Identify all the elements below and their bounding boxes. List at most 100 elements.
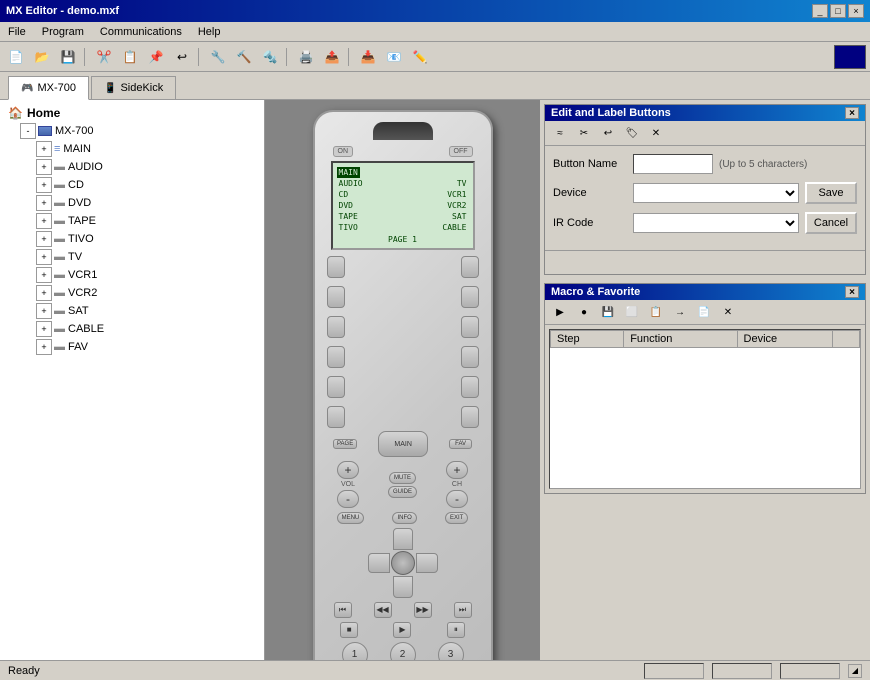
- left-btn-3[interactable]: [327, 316, 345, 338]
- sidebar-item-tape[interactable]: + ▬ TAPE: [36, 212, 260, 230]
- screen-tivo[interactable]: TIVO: [337, 222, 360, 233]
- sidebar-item-cable[interactable]: + ▬ CABLE: [36, 320, 260, 338]
- toolbar-btn-11[interactable]: 📧: [382, 46, 406, 68]
- toolbar-btn-10[interactable]: 📥: [356, 46, 380, 68]
- remote-off-button[interactable]: OFF: [449, 146, 473, 157]
- edit-panel-close[interactable]: ×: [845, 107, 859, 119]
- menu-file[interactable]: File: [4, 25, 30, 39]
- left-btn-4[interactable]: [327, 346, 345, 368]
- macro-paste-btn[interactable]: 📄: [693, 302, 715, 322]
- edit-tool-3[interactable]: ↩: [597, 123, 619, 143]
- cable-expander[interactable]: +: [36, 321, 52, 337]
- tape-expander[interactable]: +: [36, 213, 52, 229]
- macro-play-btn[interactable]: ▶: [549, 302, 571, 322]
- prev-button[interactable]: ⏮: [334, 602, 352, 618]
- sidebar-item-tv[interactable]: + ▬ TV: [36, 248, 260, 266]
- maximize-button[interactable]: □: [830, 4, 846, 18]
- sidebar-item-dvd[interactable]: + ▬ DVD: [36, 194, 260, 212]
- sidebar-item-cd[interactable]: + ▬ CD: [36, 176, 260, 194]
- next-button[interactable]: ⏭: [454, 602, 472, 618]
- edit-tool-2[interactable]: ✂: [573, 123, 595, 143]
- sat-expander[interactable]: +: [36, 303, 52, 319]
- right-btn-6[interactable]: [461, 406, 479, 428]
- vol-up-button[interactable]: +: [337, 461, 359, 479]
- macro-record-btn[interactable]: ●: [573, 302, 595, 322]
- pause-button[interactable]: ⏸: [447, 622, 465, 638]
- screen-tv[interactable]: TV: [455, 178, 469, 189]
- resize-grip[interactable]: ◢: [848, 664, 862, 678]
- sidebar-item-sat[interactable]: + ▬ SAT: [36, 302, 260, 320]
- sidebar-item-main[interactable]: + ≡ MAIN: [36, 140, 260, 158]
- remote-fav-button[interactable]: FAV: [449, 439, 472, 449]
- toolbar-btn-9[interactable]: 📤: [320, 46, 344, 68]
- ch-up-button[interactable]: +: [446, 461, 468, 479]
- save-button[interactable]: 💾: [56, 46, 80, 68]
- screen-main[interactable]: MAIN: [337, 167, 360, 178]
- tv-expander[interactable]: +: [36, 249, 52, 265]
- screen-sat[interactable]: SAT: [450, 211, 468, 222]
- guide-button[interactable]: GUIDE: [388, 486, 417, 498]
- open-button[interactable]: 📂: [30, 46, 54, 68]
- dvd-expander[interactable]: +: [36, 195, 52, 211]
- macro-save-btn[interactable]: 💾: [597, 302, 619, 322]
- stop-button[interactable]: ■: [340, 622, 358, 638]
- screen-cd[interactable]: CD: [337, 189, 351, 200]
- toolbar-btn-8[interactable]: 🖨️: [294, 46, 318, 68]
- exit-button[interactable]: EXIT: [445, 512, 468, 524]
- sidebar-item-tivo[interactable]: + ▬ TIVO: [36, 230, 260, 248]
- sidebar-home[interactable]: 🏠 Home: [4, 104, 260, 122]
- fav-expander[interactable]: +: [36, 339, 52, 355]
- macro-delete-btn[interactable]: ✕: [717, 302, 739, 322]
- dpad-right[interactable]: [416, 553, 438, 573]
- right-btn-2[interactable]: [461, 286, 479, 308]
- screen-tape[interactable]: TAPE: [337, 211, 360, 222]
- vcr2-expander[interactable]: +: [36, 285, 52, 301]
- cancel-button[interactable]: Cancel: [805, 212, 857, 234]
- macro-arrow-btn[interactable]: →: [669, 302, 691, 322]
- screen-cable[interactable]: CABLE: [440, 222, 468, 233]
- right-btn-3[interactable]: [461, 316, 479, 338]
- screen-vcr1[interactable]: VCR1: [445, 189, 468, 200]
- save-button[interactable]: Save: [805, 182, 857, 204]
- button-name-input[interactable]: [633, 154, 713, 174]
- left-btn-2[interactable]: [327, 286, 345, 308]
- edit-tool-1[interactable]: ≈: [549, 123, 571, 143]
- num-1[interactable]: 1: [342, 642, 368, 660]
- audio-expander[interactable]: +: [36, 159, 52, 175]
- tab-mx700[interactable]: 🎮 MX-700: [8, 76, 89, 100]
- macro-stop-btn[interactable]: ⬜: [621, 302, 643, 322]
- screen-dvd[interactable]: DVD: [337, 200, 355, 211]
- window-controls[interactable]: _ □ ×: [812, 4, 864, 18]
- new-button[interactable]: 📄: [4, 46, 28, 68]
- info-button[interactable]: INFO: [392, 512, 416, 524]
- remote-on-button[interactable]: ON: [333, 146, 354, 157]
- toolbar-btn-6[interactable]: 🔨: [232, 46, 256, 68]
- sidebar-item-vcr2[interactable]: + ▬ VCR2: [36, 284, 260, 302]
- sidebar-item-audio[interactable]: + ▬ AUDIO: [36, 158, 260, 176]
- sidebar-item-vcr1[interactable]: + ▬ VCR1: [36, 266, 260, 284]
- cut-button[interactable]: ✂️: [92, 46, 116, 68]
- sidebar-item-mx700[interactable]: - MX-700: [20, 122, 260, 140]
- device-select[interactable]: [633, 183, 799, 203]
- mute-button[interactable]: MUTE: [389, 472, 416, 484]
- remote-page-button[interactable]: PAGE: [333, 439, 357, 449]
- mx700-expander[interactable]: -: [20, 123, 36, 139]
- screen-vcr2[interactable]: VCR2: [445, 200, 468, 211]
- toolbar-btn-5[interactable]: 🔧: [206, 46, 230, 68]
- vol-down-button[interactable]: -: [337, 490, 359, 508]
- menu-communications[interactable]: Communications: [96, 25, 186, 39]
- num-2[interactable]: 2: [390, 642, 416, 660]
- tab-sidekick[interactable]: 📱 SideKick: [91, 76, 176, 99]
- ch-down-button[interactable]: -: [446, 490, 468, 508]
- vcr1-expander[interactable]: +: [36, 267, 52, 283]
- remote-main-button[interactable]: MAIN: [378, 431, 428, 457]
- paste-button[interactable]: 📌: [144, 46, 168, 68]
- left-btn-5[interactable]: [327, 376, 345, 398]
- tivo-expander[interactable]: +: [36, 231, 52, 247]
- ircode-select[interactable]: [633, 213, 799, 233]
- fwd-button[interactable]: ▶▶: [414, 602, 432, 618]
- sidebar-item-fav[interactable]: + ▬ FAV: [36, 338, 260, 356]
- right-btn-1[interactable]: [461, 256, 479, 278]
- menu-help[interactable]: Help: [194, 25, 225, 39]
- left-btn-6[interactable]: [327, 406, 345, 428]
